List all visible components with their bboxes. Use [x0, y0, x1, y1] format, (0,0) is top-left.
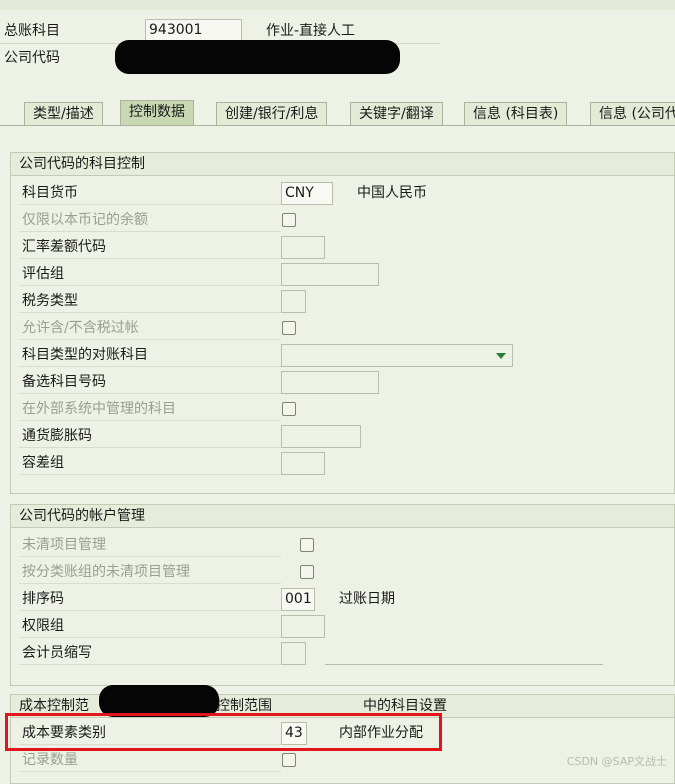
sort-key-label: 排序码 [19, 587, 281, 611]
exchange-diff-key-field[interactable] [281, 236, 325, 259]
gl-account-label: 总账科目 [4, 23, 60, 39]
external-system-account-label: 在外部系统中管理的科目 [19, 397, 281, 421]
row-local-currency-balance: 仅限以本币记的余额 [19, 208, 659, 234]
tab-type-description[interactable]: 类型/描述 [24, 102, 103, 126]
external-system-account-checkbox[interactable] [282, 402, 296, 416]
sort-key-field[interactable]: 001 [281, 588, 315, 611]
top-strip [0, 0, 675, 10]
authorization-group-label: 权限组 [19, 614, 281, 638]
row-ledger-group-open-items: 按分类账组的未清项目管理 [19, 560, 659, 586]
accounting-clerk-desc-line [325, 664, 603, 665]
highlight-box [5, 713, 442, 751]
row-exchange-diff-key: 汇率差额代码 [19, 235, 659, 261]
row-posting-without-tax: 允许含/不含税过帐 [19, 316, 659, 342]
open-item-management-checkbox[interactable] [300, 538, 314, 552]
valuation-group-label: 评估组 [19, 262, 281, 286]
alternative-account-field[interactable] [281, 371, 379, 394]
tax-category-label: 税务类型 [19, 289, 281, 313]
row-alternative-account: 备选科目号码 [19, 370, 659, 396]
open-item-management-label: 未清项目管理 [19, 533, 281, 557]
redaction-mark [115, 40, 400, 74]
row-valuation-group: 评估组 [19, 262, 659, 288]
gl-account-description: 作业-直接人工 [266, 23, 356, 39]
accounting-clerk-field[interactable] [281, 642, 306, 665]
account-currency-label: 科目货币 [19, 181, 281, 205]
valuation-group-field[interactable] [281, 263, 379, 286]
exchange-diff-key-label: 汇率差额代码 [19, 235, 281, 259]
ledger-group-open-items-checkbox[interactable] [300, 565, 314, 579]
account-control-group: 公司代码的科目控制 科目货币 CNY 中国人民币 仅限以本币记的余额 汇率差额代… [10, 152, 675, 494]
row-tolerance-group: 容差组 [19, 451, 659, 477]
sort-key-description: 过账日期 [339, 591, 395, 607]
tab-create-bank-interest[interactable]: 创建/银行/利息 [216, 102, 328, 126]
company-code-label: 公司代码 [4, 50, 60, 66]
posting-without-tax-label: 允许含/不含税过帐 [19, 316, 281, 340]
row-record-quantity: 记录数量 [19, 748, 659, 774]
row-account-currency: 科目货币 CNY 中国人民币 [19, 181, 659, 207]
row-tax-category: 税务类型 [19, 289, 659, 315]
tolerance-group-field[interactable] [281, 452, 325, 475]
row-inflation-key: 通货膨胀码 [19, 424, 659, 450]
reconciliation-account-dropdown[interactable] [281, 344, 513, 367]
posting-without-tax-checkbox[interactable] [282, 321, 296, 335]
account-currency-description: 中国人民币 [357, 185, 427, 201]
row-sort-key: 排序码 001 过账日期 [19, 587, 659, 613]
local-currency-balance-label: 仅限以本币记的余额 [19, 208, 281, 232]
account-currency-field[interactable]: CNY [281, 182, 333, 205]
tab-info-company[interactable]: 信息 (公司代 [590, 102, 675, 126]
row-external-system-account: 在外部系统中管理的科目 [19, 397, 659, 423]
tax-category-field[interactable] [281, 290, 306, 313]
local-currency-balance-checkbox[interactable] [282, 213, 296, 227]
record-quantity-checkbox[interactable] [282, 753, 296, 767]
row-open-item-management: 未清项目管理 [19, 533, 659, 559]
tab-info-chart[interactable]: 信息 (科目表) [464, 102, 568, 126]
ledger-group-open-items-label: 按分类账组的未清项目管理 [19, 560, 281, 584]
group-title: 公司代码的科目控制 [11, 153, 674, 176]
row-reconciliation-account: 科目类型的对账科目 [19, 343, 659, 369]
tab-baseline [0, 125, 675, 126]
tab-control-data[interactable]: 控制数据 [120, 100, 194, 126]
reconciliation-account-label: 科目类型的对账科目 [19, 343, 281, 367]
group-title: 公司代码的帐户管理 [11, 505, 674, 528]
inflation-key-field[interactable] [281, 425, 361, 448]
dropdown-arrow-icon[interactable] [496, 353, 506, 359]
account-management-group: 公司代码的帐户管理 未清项目管理 按分类账组的未清项目管理 排序码 001 过账… [10, 504, 675, 686]
accounting-clerk-label: 会计员缩写 [19, 641, 281, 665]
watermark: CSDN @SAP文战士 [566, 755, 667, 768]
tolerance-group-label: 容差组 [19, 451, 281, 475]
authorization-group-field[interactable] [281, 615, 325, 638]
inflation-key-label: 通货膨胀码 [19, 424, 281, 448]
row-accounting-clerk: 会计员缩写 [19, 641, 659, 667]
tab-keyword-translation[interactable]: 关键字/翻译 [350, 102, 443, 126]
alternative-account-label: 备选科目号码 [19, 370, 281, 394]
row-authorization-group: 权限组 [19, 614, 659, 640]
record-quantity-label: 记录数量 [19, 748, 281, 772]
